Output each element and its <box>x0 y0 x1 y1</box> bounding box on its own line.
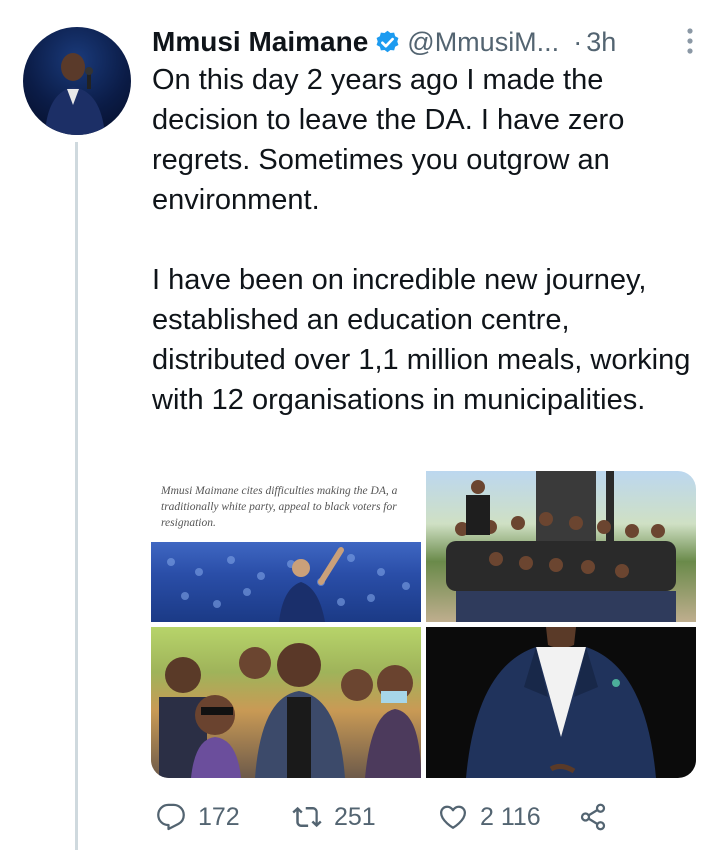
tweet-text: On this day 2 years ago I made the decis… <box>152 64 691 416</box>
avatar-photo <box>45 53 105 135</box>
retweet-icon <box>292 806 322 828</box>
more-icon[interactable] <box>680 26 700 56</box>
media-tile-portrait[interactable] <box>426 627 696 778</box>
like-button[interactable]: 2 116 <box>438 797 541 837</box>
verified-badge-icon <box>376 30 399 52</box>
media-tile-news-clip[interactable]: Mmusi Maimane cites difficulties making … <box>151 471 421 622</box>
media-grid[interactable]: Mmusi Maimane cites difficulties making … <box>151 471 696 778</box>
selfie-photo <box>159 643 421 778</box>
media-tile-group-photo[interactable] <box>426 471 696 622</box>
tweet-actions: 172 251 2 116 <box>152 797 622 837</box>
avatar[interactable] <box>23 27 131 135</box>
like-count: 2 116 <box>480 802 541 831</box>
handle[interactable]: @MmusiM... <box>407 27 559 58</box>
tweet-header: Mmusi Maimane @MmusiM... · 3h <box>152 22 700 62</box>
media-tile-selfie[interactable] <box>151 627 421 778</box>
reply-count: 172 <box>198 802 240 831</box>
portrait-photo <box>466 627 656 778</box>
thread-line <box>75 142 78 850</box>
retweet-count: 251 <box>334 802 376 831</box>
share-icon <box>580 803 606 831</box>
reply-button[interactable]: 172 <box>156 797 240 837</box>
retweet-button[interactable]: 251 <box>292 797 376 837</box>
news-caption: Mmusi Maimane cites difficulties making … <box>161 485 398 529</box>
crowd-photo <box>151 542 421 622</box>
timestamp[interactable]: 3h <box>586 27 616 58</box>
share-button[interactable] <box>578 797 608 837</box>
display-name[interactable]: Mmusi Maimane <box>152 26 368 58</box>
reply-icon <box>157 803 185 831</box>
like-icon <box>440 805 466 829</box>
time-separator: · <box>573 26 583 57</box>
group-photo <box>446 471 676 622</box>
